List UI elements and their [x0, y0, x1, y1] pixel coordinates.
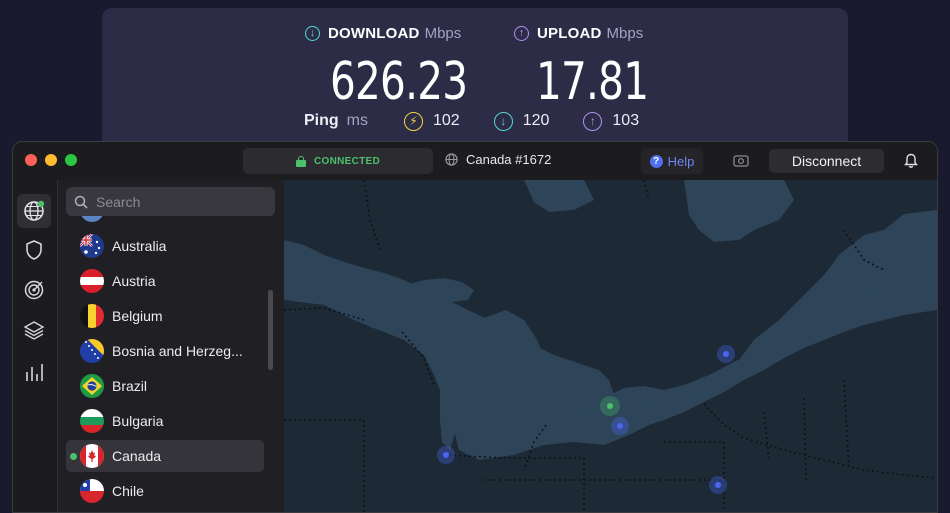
jitter-icon: ⚡ [404, 111, 423, 131]
title-bar: CONNECTED Canada #1672 ? Help Disconnect [13, 142, 937, 180]
austria-flag-icon [80, 269, 104, 293]
country-name: Bosnia and Herzeg... [112, 343, 243, 359]
upload-metric: ↑ UPLOAD Mbps 17.81 [514, 24, 649, 112]
stats-icon [26, 364, 43, 381]
upload-ping-metric: ↑ 103 [583, 111, 640, 131]
download-metric: ↓ DOWNLOAD Mbps 626.23 [305, 24, 468, 112]
target-icon [24, 280, 44, 300]
bulgaria-flag-icon [80, 409, 104, 433]
statistics-nav-button[interactable] [17, 355, 51, 389]
upload-ping-icon: ↑ [583, 111, 603, 131]
download-arrow-icon: ↓ [305, 25, 320, 41]
connection-status: CONNECTED [313, 155, 381, 167]
country-row-brazil[interactable]: Brazil [66, 370, 264, 402]
jitter-value: 102 [433, 112, 460, 129]
download-unit: Mbps [424, 24, 462, 42]
countries-nav-button[interactable] [17, 194, 51, 228]
country-name: Canada [112, 448, 162, 464]
country-row-bosnia[interactable]: Bosnia and Herzeg... [66, 335, 264, 367]
country-name: Brazil [112, 378, 148, 394]
jitter-metric: ⚡ 102 [404, 111, 460, 131]
australia-flag-icon [80, 234, 104, 258]
connected-indicator [70, 452, 77, 460]
help-icon: ? [649, 154, 663, 168]
country-name: Belgium [112, 308, 163, 324]
ping-label: Ping [304, 112, 339, 129]
download-ping-value: 120 [522, 112, 550, 129]
upload-arrow-icon: ↑ [514, 25, 529, 41]
bosnia-flag-icon [80, 339, 104, 363]
current-server[interactable]: Canada #1672 [445, 152, 551, 167]
ping-unit: ms [346, 112, 368, 129]
download-ping-icon: ↓ [493, 111, 513, 131]
download-value: 626.23 [330, 52, 468, 112]
country-name: Bulgaria [112, 413, 164, 429]
canada-flag-icon [80, 444, 104, 468]
country-row-australia[interactable]: Australia [66, 230, 264, 262]
country-row-chile[interactable]: Chile [66, 475, 264, 507]
disconnect-button[interactable]: Disconnect [769, 149, 884, 173]
search-field[interactable] [66, 187, 275, 216]
upload-unit: Mbps [606, 24, 644, 42]
upload-value: 17.81 [536, 52, 649, 112]
vpn-app-window: CONNECTED Canada #1672 ? Help Disconnect [12, 141, 938, 513]
minimize-window-button[interactable] [45, 154, 57, 166]
search-input[interactable] [94, 192, 268, 211]
chile-flag-icon [80, 479, 104, 503]
threat-protection-nav-button[interactable] [17, 233, 51, 267]
globe-icon [24, 200, 45, 221]
lock-icon [295, 155, 306, 167]
search-icon [74, 195, 88, 209]
server-name-label: Canada #1672 [466, 152, 552, 167]
meshnet-icon[interactable] [733, 153, 751, 169]
bell-icon[interactable] [904, 153, 918, 169]
upload-label: UPLOAD [537, 24, 602, 42]
country-row-belgium[interactable]: Belgium [66, 300, 264, 332]
partial-flag-icon [80, 216, 104, 222]
connection-status-pill: CONNECTED [243, 148, 433, 174]
layers-icon [23, 321, 45, 340]
upload-ping-value: 103 [612, 112, 640, 129]
maximize-window-button[interactable] [65, 154, 77, 166]
download-ping-metric: ↓ 120 [493, 111, 550, 131]
server-map[interactable] [284, 180, 937, 512]
target-nav-button[interactable] [17, 273, 51, 307]
globe-icon [445, 153, 458, 166]
download-label: DOWNLOAD [328, 24, 420, 42]
country-list-panel: Australia Austria Belgium [58, 180, 284, 512]
ping-row: Ping ms ⚡ 102 ↓ 120 ↑ 103 [304, 111, 673, 131]
specialty-servers-nav-button[interactable] [17, 313, 51, 347]
brazil-flag-icon [80, 374, 104, 398]
help-label: Help [667, 153, 695, 169]
shield-icon [26, 240, 42, 260]
country-name: Austria [112, 273, 156, 289]
close-window-button[interactable] [25, 154, 37, 166]
country-name: Australia [112, 238, 167, 254]
navigation-rail [13, 180, 58, 512]
help-button[interactable]: ? Help [641, 148, 703, 174]
country-row-austria[interactable]: Austria [66, 265, 264, 297]
country-list-scrollbar[interactable] [268, 290, 273, 370]
country-row-bulgaria[interactable]: Bulgaria [66, 405, 264, 437]
speed-test-panel: ↓ DOWNLOAD Mbps 626.23 ↑ UPLOAD Mbps 17.… [102, 8, 848, 158]
country-row-canada[interactable]: Canada [66, 440, 264, 472]
belgium-flag-icon [80, 304, 104, 328]
